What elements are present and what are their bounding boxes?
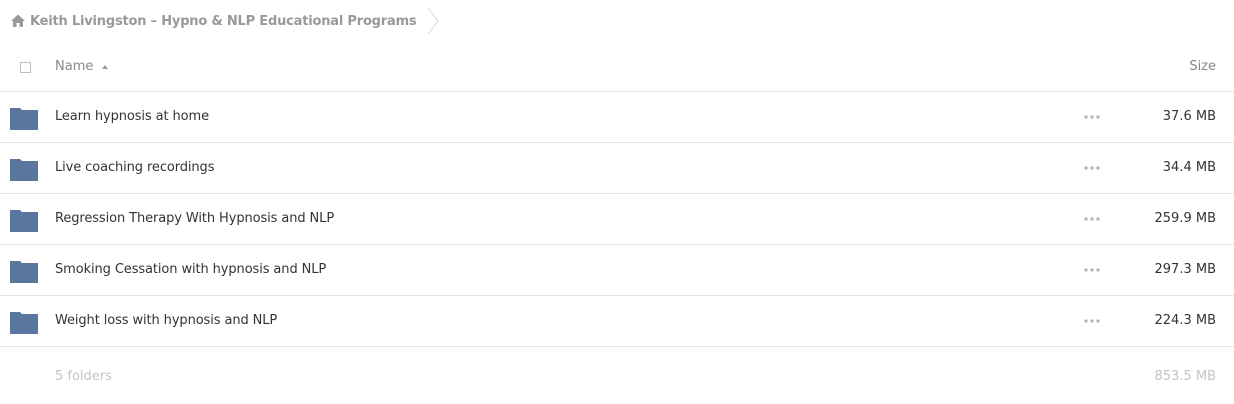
folder-icon[interactable] <box>10 310 38 334</box>
table-header: Name Size <box>0 42 1234 92</box>
breadcrumb-chevron-icon <box>426 7 440 35</box>
folder-list: Learn hypnosis at home 37.6 MB Live coachi… <box>0 92 1234 347</box>
name-column-label[interactable]: Name <box>55 59 93 74</box>
breadcrumb[interactable]: Keith Livingston – Hypno & NLP Education… <box>10 7 440 35</box>
more-options-icon[interactable] <box>1084 267 1100 273</box>
home-icon[interactable] <box>10 13 26 29</box>
folder-name[interactable]: Live coaching recordings <box>55 160 214 175</box>
folder-name[interactable]: Learn hypnosis at home <box>55 109 209 124</box>
folder-row[interactable]: Learn hypnosis at home 37.6 MB <box>0 92 1234 143</box>
breadcrumb-current-folder[interactable]: Keith Livingston – Hypno & NLP Education… <box>30 14 417 29</box>
total-size: 853.5 MB <box>1154 369 1216 384</box>
folder-size: 34.4 MB <box>1162 160 1216 175</box>
folder-row[interactable]: Live coaching recordings 34.4 MB <box>0 143 1234 194</box>
size-column-header[interactable]: Size <box>1189 59 1216 74</box>
folder-size: 259.9 MB <box>1154 211 1216 226</box>
more-options-icon[interactable] <box>1084 216 1100 222</box>
more-options-icon[interactable] <box>1084 114 1100 120</box>
folder-count: 5 folders <box>55 369 112 384</box>
folder-size: 37.6 MB <box>1162 109 1216 124</box>
name-column-header[interactable]: Name <box>55 59 109 74</box>
folder-name[interactable]: Smoking Cessation with hypnosis and NLP <box>55 262 326 277</box>
folder-name[interactable]: Regression Therapy With Hypnosis and NLP <box>55 211 334 226</box>
summary-row: 5 folders 853.5 MB <box>0 355 1234 395</box>
select-all-checkbox[interactable] <box>20 62 31 73</box>
folder-size: 297.3 MB <box>1154 262 1216 277</box>
more-options-icon[interactable] <box>1084 318 1100 324</box>
folder-icon[interactable] <box>10 208 38 232</box>
more-options-icon[interactable] <box>1084 165 1100 171</box>
folder-size: 224.3 MB <box>1154 313 1216 328</box>
folder-row[interactable]: Weight loss with hypnosis and NLP 224.3 M… <box>0 296 1234 347</box>
folder-row[interactable]: Regression Therapy With Hypnosis and NLP… <box>0 194 1234 245</box>
folder-icon[interactable] <box>10 106 38 130</box>
folder-icon[interactable] <box>10 259 38 283</box>
folder-row[interactable]: Smoking Cessation with hypnosis and NLP 2… <box>0 245 1234 296</box>
folder-name[interactable]: Weight loss with hypnosis and NLP <box>55 313 277 328</box>
sort-ascending-icon[interactable] <box>101 63 109 71</box>
file-browser: Keith Livingston – Hypno & NLP Education… <box>0 0 1234 404</box>
folder-icon[interactable] <box>10 157 38 181</box>
